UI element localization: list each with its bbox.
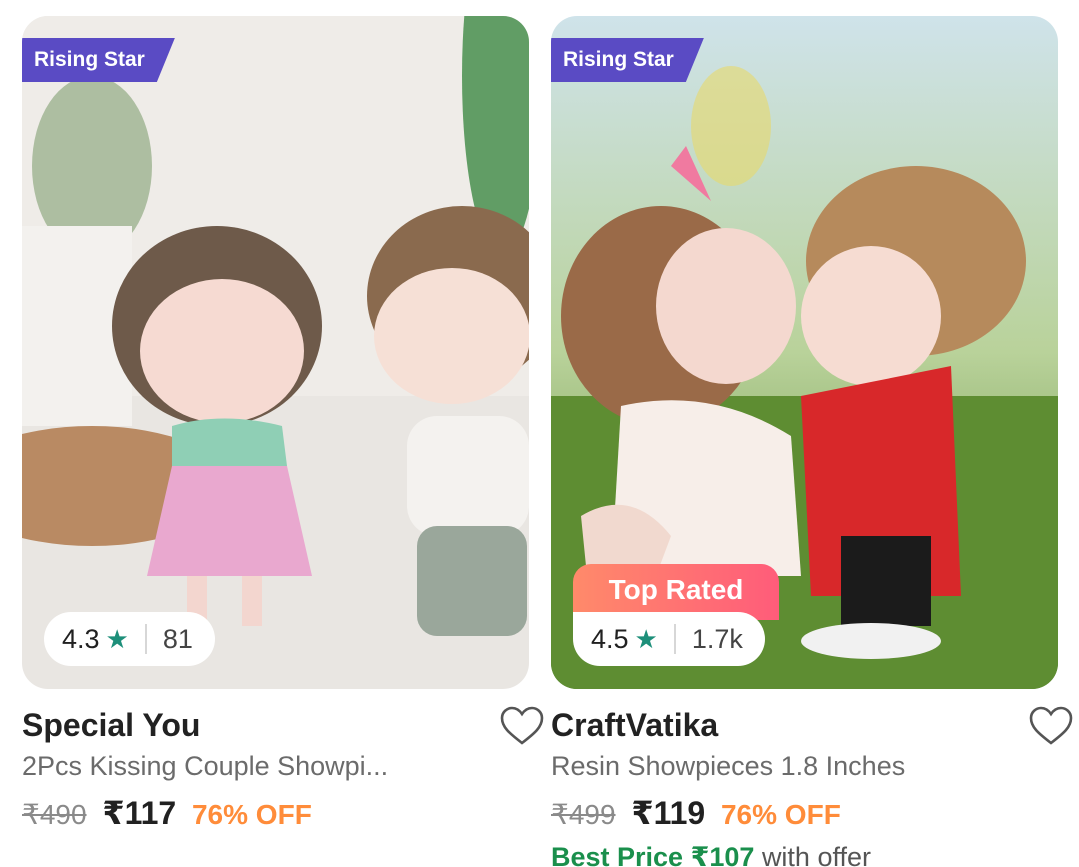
product-photo bbox=[22, 16, 529, 689]
best-price-row: Best Price ₹107 with offer bbox=[551, 842, 1058, 867]
mrp: ₹499 bbox=[551, 799, 616, 830]
rating-pill: 4.3 ★ 81 bbox=[44, 612, 215, 666]
star-icon: ★ bbox=[634, 623, 658, 654]
product-card[interactable]: Rising Star Top Rated 4.5 ★ 1.7k CraftVa… bbox=[551, 16, 1073, 867]
discount: 76% OFF bbox=[191, 799, 312, 830]
best-price-suffix: with offer bbox=[761, 842, 871, 867]
rating-divider bbox=[144, 624, 147, 654]
selling-price: ₹117 bbox=[102, 795, 177, 831]
title-row: CraftVatika bbox=[551, 703, 1073, 747]
rating-count: 81 bbox=[162, 623, 193, 654]
selling-price: ₹119 bbox=[631, 795, 706, 831]
rating-pill: 4.5 ★ 1.7k bbox=[573, 612, 765, 666]
star-icon: ★ bbox=[105, 623, 129, 654]
rating-value: 4.5 bbox=[591, 623, 629, 654]
product-grid: Rising Star 4.3 ★ 81 Special You 2Pcs Ki… bbox=[0, 0, 1079, 867]
rating-count: 1.7k bbox=[691, 623, 743, 654]
title-row: Special You bbox=[22, 703, 544, 747]
product-image[interactable]: Rising Star 4.3 ★ 81 bbox=[22, 16, 529, 689]
product-description: Resin Showpieces 1.8 Inches bbox=[551, 751, 906, 781]
best-price: Best Price ₹107 bbox=[551, 842, 755, 867]
rating-value: 4.3 bbox=[62, 623, 100, 654]
product-image[interactable]: Rising Star Top Rated 4.5 ★ 1.7k bbox=[551, 16, 1058, 689]
brand-name: CraftVatika bbox=[551, 707, 719, 743]
product-card[interactable]: Rising Star 4.3 ★ 81 Special You 2Pcs Ki… bbox=[22, 16, 544, 867]
heart-icon[interactable] bbox=[1028, 705, 1074, 747]
price-row: ₹499 ₹119 76% OFF bbox=[551, 794, 1058, 832]
product-description: 2Pcs Kissing Couple Showpi... bbox=[22, 751, 389, 781]
heart-icon[interactable] bbox=[499, 705, 545, 747]
price-row: ₹490 ₹117 76% OFF bbox=[22, 794, 529, 832]
mrp: ₹490 bbox=[22, 799, 87, 830]
brand-name: Special You bbox=[22, 707, 201, 743]
rising-star-badge: Rising Star bbox=[22, 38, 175, 82]
rating-divider bbox=[673, 624, 676, 654]
discount: 76% OFF bbox=[720, 799, 841, 830]
rising-star-badge: Rising Star bbox=[551, 38, 704, 82]
